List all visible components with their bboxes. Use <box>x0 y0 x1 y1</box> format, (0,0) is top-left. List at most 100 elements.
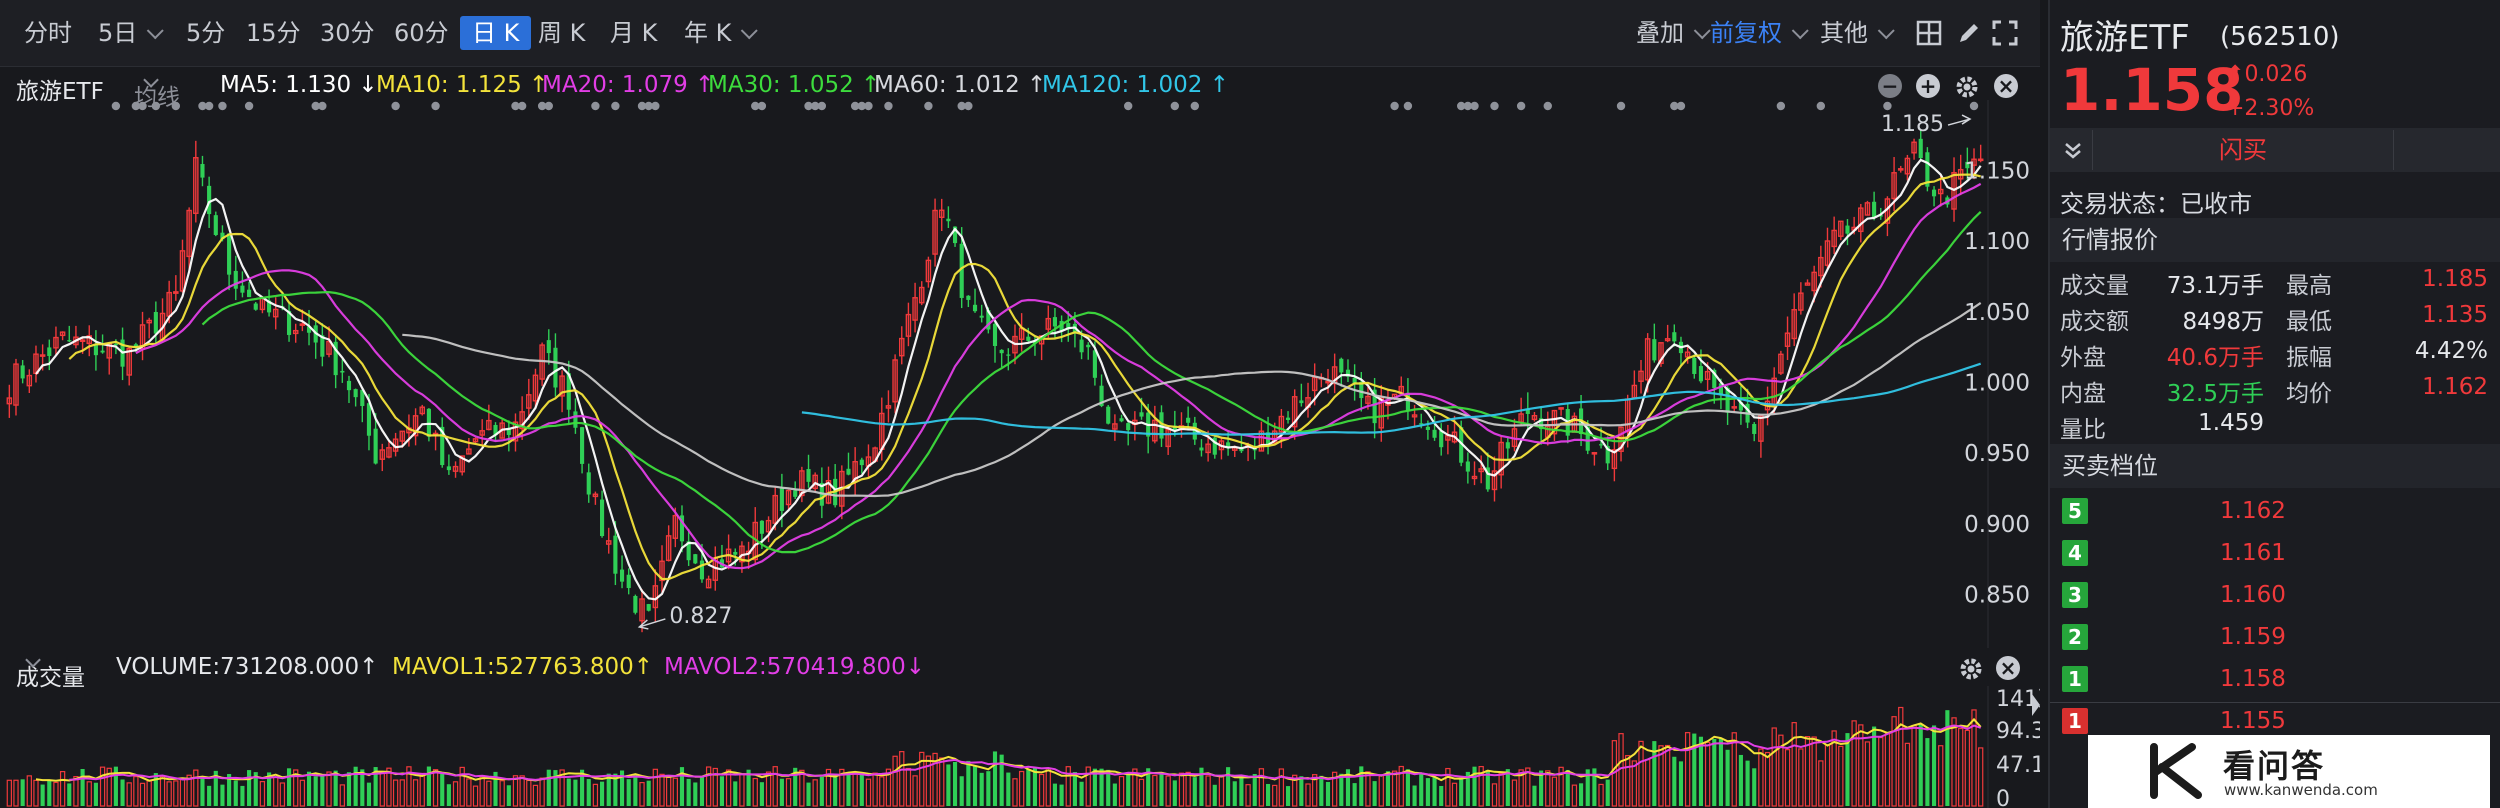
volume-bar <box>479 775 485 807</box>
volume-bar <box>512 775 519 807</box>
candle-body <box>1845 225 1850 234</box>
quote-label: 外盘 <box>2060 345 2106 371</box>
period-15min[interactable]: 15分 <box>246 16 301 50</box>
volume-bar <box>772 766 778 807</box>
volume-close-icon[interactable]: × <box>1996 656 2020 680</box>
period-30min[interactable]: 30分 <box>320 16 375 50</box>
ask-price[interactable]: 1.160 <box>2220 582 2286 608</box>
volume-bar <box>286 768 292 806</box>
candle-body <box>779 487 784 511</box>
period-5day[interactable]: 5日 <box>98 16 165 50</box>
volume-tick-label: 0 <box>1996 787 2010 808</box>
ask-price[interactable]: 1.162 <box>2220 498 2286 524</box>
candle-body <box>1598 444 1604 446</box>
candle-body <box>1465 461 1470 472</box>
quote-value: 1.459 <box>2198 410 2264 436</box>
overlay-dropdown[interactable]: 叠加 <box>1636 16 1711 50</box>
ask-price[interactable]: 1.158 <box>2220 666 2286 692</box>
quote-value: 1.135 <box>2422 302 2488 328</box>
volume-bar <box>859 773 864 806</box>
fullscreen-icon[interactable] <box>1990 18 2020 48</box>
volume-bar <box>1491 783 1498 807</box>
candle-body <box>586 472 591 495</box>
candle-body <box>39 354 46 357</box>
period-year-k[interactable]: 年 K <box>684 16 759 50</box>
period-day-k[interactable]: 日 K <box>460 16 532 50</box>
candle-body <box>1026 336 1031 341</box>
close-icon[interactable]: × <box>1994 74 2018 98</box>
volume-bar <box>1638 740 1644 807</box>
candle-body <box>1006 354 1011 356</box>
volume-bar <box>33 779 39 807</box>
volume-bar <box>639 781 645 807</box>
add-indicator-icon[interactable]: + <box>1916 74 1940 98</box>
bid-price[interactable]: 1.155 <box>2220 708 2286 734</box>
candle-body <box>1931 189 1937 197</box>
volume-settings-gear-icon[interactable] <box>1958 656 1984 682</box>
volume-bar <box>1412 785 1417 806</box>
volume-bar <box>40 784 45 806</box>
candle-body <box>1591 452 1598 455</box>
period-month-k[interactable]: 月 K <box>610 16 657 50</box>
volume-bar <box>440 773 445 806</box>
expand-panel-icon[interactable] <box>2030 690 2042 720</box>
event-marker <box>517 101 527 111</box>
volume-bar <box>47 780 52 806</box>
other-dropdown[interactable]: 其他 <box>1820 16 1895 50</box>
volume-bar <box>1571 784 1578 807</box>
collapse-icon[interactable]: − <box>1878 74 1902 98</box>
volume-bar <box>379 771 385 807</box>
ask-price[interactable]: 1.161 <box>2220 540 2286 566</box>
volume-bar <box>1079 781 1084 806</box>
adjust-dropdown[interactable]: 前复权 <box>1710 16 1809 50</box>
period-intraday[interactable]: 分时 <box>24 16 72 50</box>
double-chevron-down-icon[interactable] <box>2060 138 2086 164</box>
volume-bar <box>247 770 252 806</box>
settings-gear-icon[interactable] <box>1954 74 1980 100</box>
price-chart[interactable]: 1.150 1.100 1.050 1.000 0.950 0.900 0.850 1.18… <box>0 100 2040 648</box>
volume-bar <box>739 773 745 807</box>
volume-bar <box>86 781 92 807</box>
period-5min[interactable]: 5分 <box>186 16 225 50</box>
ma20-line <box>135 182 1982 570</box>
volume-bar <box>1804 735 1811 807</box>
volume-bar <box>586 779 591 806</box>
ma20-value: MA20: 1.079 ↑ <box>542 72 715 98</box>
ask-price[interactable]: 1.159 <box>2220 624 2286 650</box>
volume-bar <box>159 775 166 807</box>
candle-body <box>573 411 578 428</box>
volume-bar <box>1212 784 1217 806</box>
candle-body <box>200 164 205 178</box>
candle-body <box>1698 366 1704 382</box>
volume-bar <box>979 772 984 806</box>
volume-bar <box>1545 770 1551 807</box>
kline-chart-area[interactable]: 分时 5日 5分 15分 30分 60分 日 K 周 K 月 K 年 K 叠加 … <box>0 0 2040 808</box>
event-marker <box>544 101 553 111</box>
volume-bar <box>259 781 266 807</box>
candle-body <box>1872 201 1877 218</box>
price-tick-label: 1.050 <box>1964 300 2030 326</box>
volume-bar <box>1505 769 1510 806</box>
period-toolbar: 分时 5日 5分 15分 30分 60分 日 K 周 K 月 K 年 K 叠加 … <box>0 0 2040 67</box>
period-week-k[interactable]: 周 K <box>538 16 585 50</box>
candle-body <box>247 289 252 298</box>
draw-pen-icon[interactable] <box>1954 18 1984 48</box>
volume-bar <box>1884 732 1891 807</box>
ma10-value: MA10: 1.125 ↑ <box>376 72 549 98</box>
volume-bar <box>1645 759 1651 807</box>
candle-body <box>79 339 86 343</box>
period-60min[interactable]: 60分 <box>394 16 449 50</box>
candle-body <box>733 551 738 555</box>
volume-chart[interactable]: 141万94.3万47.1万0 <box>0 686 2040 808</box>
flash-buy-button[interactable]: 闪买 <box>2092 130 2394 170</box>
candle-body <box>1918 138 1923 159</box>
volume-bar <box>1305 783 1311 807</box>
event-marker <box>884 101 893 111</box>
event-marker <box>757 101 767 111</box>
quote-value: 1.185 <box>2422 266 2488 292</box>
candle-body <box>173 291 179 294</box>
volume-bar <box>153 773 158 806</box>
grid-layout-icon[interactable] <box>1914 18 1944 48</box>
candle-body <box>553 347 558 388</box>
chevron-down-icon <box>1877 22 1895 40</box>
